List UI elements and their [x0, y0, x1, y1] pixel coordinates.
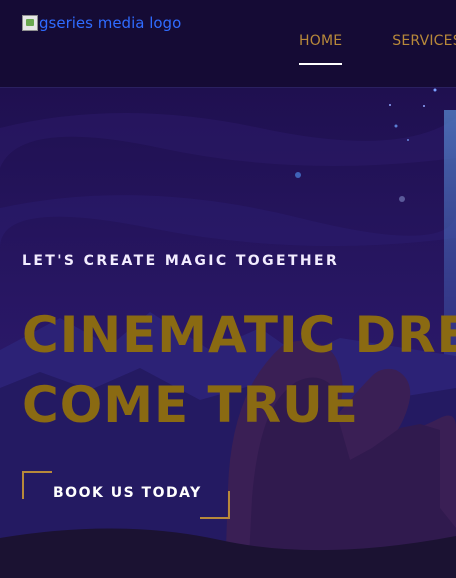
book-us-label: BOOK US TODAY — [53, 485, 202, 501]
logo-alt-text: gseries media logo — [39, 14, 182, 32]
logo-link[interactable]: gseries media logo — [22, 14, 181, 32]
hero-section: LET'S CREATE MAGIC TOGETHER CINEMATIC DR… — [0, 88, 456, 578]
main-nav: HOME SERVICES — [299, 33, 456, 65]
site-header: gseries media logo HOME SERVICES — [0, 0, 456, 88]
hero-headline: CINEMATIC DREAMS COME TRUE — [22, 300, 456, 440]
broken-image-icon — [22, 15, 38, 31]
headline-line-2: COME TRUE — [22, 376, 359, 434]
headline-line-1: CINEMATIC DREAMS — [22, 306, 456, 364]
corner-decoration-top-left — [22, 471, 52, 499]
nav-item-home[interactable]: HOME — [299, 33, 343, 65]
book-us-button[interactable]: BOOK US TODAY — [22, 471, 230, 519]
nav-item-services[interactable]: SERVICES — [392, 33, 456, 65]
hero-tagline: LET'S CREATE MAGIC TOGETHER — [22, 253, 340, 269]
corner-decoration-bottom-right — [200, 491, 230, 519]
